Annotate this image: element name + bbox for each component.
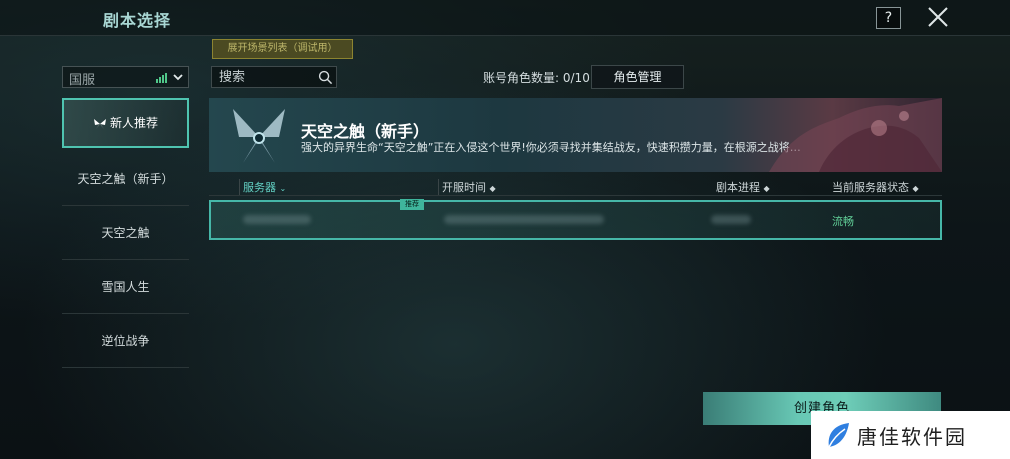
- search-input[interactable]: [212, 67, 312, 87]
- sidebar-item-sky-touch[interactable]: 天空之触: [62, 206, 189, 260]
- creature-artwork: [769, 98, 942, 172]
- sidebar-item-reverse-war[interactable]: 逆位战争: [62, 314, 189, 368]
- chevron-down-icon: [173, 74, 183, 81]
- page-title: 剧本选择: [103, 11, 172, 30]
- butterfly-icon: [93, 118, 106, 129]
- recommend-badge: 推荐: [400, 199, 424, 210]
- region-select-value: 国服: [69, 73, 96, 88]
- sidebar-item-label: 天空之触（新手）: [77, 172, 174, 186]
- butterfly-emblem-icon: [233, 109, 285, 163]
- character-count-label: 账号角色数量:: [483, 71, 560, 85]
- sidebar-item-label: 天空之触: [101, 226, 150, 240]
- search-box[interactable]: [211, 66, 337, 88]
- sort-icon: ⌄: [279, 184, 287, 193]
- search-icon[interactable]: [318, 70, 333, 85]
- table-row[interactable]: 推荐 流畅: [209, 199, 942, 240]
- character-count: 账号角色数量: 0/10: [483, 69, 590, 86]
- server-table-header: 服务器 ⌄ 开服时间 ◆ 剧本进程 ◆ 当前服务器状态 ◆: [209, 176, 942, 196]
- column-open-time[interactable]: 开服时间 ◆: [438, 179, 496, 195]
- column-label: 开服时间: [442, 181, 486, 194]
- column-progress[interactable]: 剧本进程 ◆: [716, 179, 770, 195]
- column-server-status[interactable]: 当前服务器状态 ◆: [832, 179, 919, 195]
- sidebar-item-label: 雪国人生: [101, 280, 150, 294]
- sidebar-item-label: 逆位战争: [101, 334, 150, 348]
- column-label: 剧本进程: [716, 181, 760, 194]
- column-label: 当前服务器状态: [832, 181, 909, 194]
- signal-icon: [156, 73, 168, 83]
- sort-icon: ◆: [763, 184, 770, 193]
- sidebar-item-snow-country[interactable]: 雪国人生: [62, 260, 189, 314]
- sort-icon: ◆: [489, 184, 496, 193]
- region-select[interactable]: 国服: [62, 66, 189, 88]
- sidebar-item-label: 新人推荐: [109, 116, 158, 130]
- blurred-open-time: [444, 215, 604, 224]
- debug-scene-list-button[interactable]: 展开场景列表（调试用）: [212, 39, 353, 59]
- role-manage-button[interactable]: 角色管理: [591, 65, 684, 89]
- blurred-server-name: [243, 215, 311, 224]
- character-count-value: 0/10: [562, 71, 590, 85]
- sidebar-item-new-player[interactable]: 新人推荐: [62, 98, 189, 148]
- help-button[interactable]: ?: [876, 7, 901, 29]
- column-server[interactable]: 服务器 ⌄: [239, 179, 286, 195]
- sidebar-item-sky-touch-novice[interactable]: 天空之触（新手）: [62, 152, 189, 206]
- blurred-progress: [711, 215, 751, 224]
- watermark-text: 唐佳软件园: [857, 425, 967, 449]
- server-status: 流畅: [832, 215, 854, 228]
- leaf-logo-icon: [828, 423, 849, 448]
- close-icon[interactable]: [926, 5, 950, 29]
- sort-icon: ◆: [912, 184, 919, 193]
- column-label: 服务器: [243, 181, 276, 194]
- scenario-banner: 天空之触（新手） 强大的异界生命“天空之触”正在入侵这个世界!你必须寻找并集结战…: [209, 98, 942, 172]
- watermark: 唐佳软件园: [811, 411, 1010, 459]
- top-bar: 剧本选择 ?: [0, 0, 1010, 36]
